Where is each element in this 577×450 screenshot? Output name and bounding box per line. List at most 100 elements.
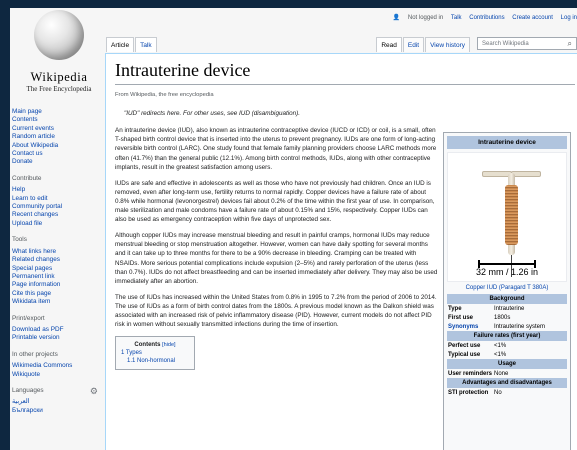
create-account-link[interactable]: Create account [512, 15, 553, 21]
toc-hide-toggle[interactable]: [hide] [162, 342, 175, 348]
nav-tools: Tools What links here Related changes Sp… [10, 236, 102, 306]
infobox-row: Perfect use <1% [444, 341, 570, 350]
infobox-section-background: Background [447, 294, 567, 304]
nav-projects: In other projects Wikimedia Commons Wiki… [10, 351, 102, 379]
infobox-key: User reminders [448, 370, 493, 377]
sidebar-item-download-pdf[interactable]: Download as PDF [10, 326, 102, 334]
nav-contribute: Contribute Help Learn to edit Community … [10, 175, 102, 228]
site-subtitle: From Wikipedia, the free encyclopedia [115, 92, 214, 98]
sidebar-item-main-page[interactable]: Main page [10, 108, 102, 116]
sidebar-item-language-bulgarian[interactable]: Български [10, 407, 102, 415]
sidebar-item-contact[interactable]: Contact us [10, 150, 102, 158]
nav-languages: Languages ⚙ العربية Български [10, 386, 102, 415]
sidebar-item-recent-changes[interactable]: Recent changes [10, 211, 102, 219]
log-in-link[interactable]: Log in [561, 15, 577, 21]
user-talk-link[interactable]: Talk [451, 15, 462, 21]
sidebar-heading-languages: Languages ⚙ [10, 386, 102, 395]
wikipedia-globe-icon [34, 10, 84, 60]
sidebar-item-community-portal[interactable]: Community portal [10, 203, 102, 211]
wikipedia-logo[interactable]: Wikipedia The Free Encyclopedia [14, 8, 104, 103]
sidebar-nav: Main page Contents Current events Random… [10, 108, 102, 423]
infobox-value: 1800s [494, 314, 511, 321]
logo-tagline: The Free Encyclopedia [26, 85, 92, 93]
paragraph-3: Although copper IUDs may increase menstr… [115, 232, 438, 286]
nav-print: Print/export Download as PDF Printable v… [10, 315, 102, 343]
sidebar-item-about[interactable]: About Wikipedia [10, 142, 102, 150]
infobox-value: No [494, 389, 502, 396]
infobox-row: Type Intrauterine [444, 304, 570, 313]
sidebar-item-cite-this-page[interactable]: Cite this page [10, 290, 102, 298]
not-logged-in-text: Not logged in [407, 15, 444, 21]
infobox-value: <1% [494, 342, 507, 349]
sidebar-item-what-links-here[interactable]: What links here [10, 248, 102, 256]
article-body: An intrauterine device (IUD), also known… [115, 126, 438, 371]
toc-header: Contents [hide] [121, 341, 189, 349]
toc-item-types[interactable]: 1 Types [121, 349, 189, 357]
sidebar-item-permanent-link[interactable]: Permanent link [10, 273, 102, 281]
sidebar-item-special-pages[interactable]: Special pages [10, 265, 102, 273]
infobox-value: Intrauterine [494, 305, 525, 312]
paragraph-1: An intrauterine device (IUD), also known… [115, 127, 437, 171]
sidebar-heading-print: Print/export [12, 314, 45, 322]
sidebar-item-language-arabic[interactable]: العربية [10, 398, 102, 406]
infobox-key: Type [448, 305, 462, 312]
search-placeholder: Search Wikipedia [482, 40, 529, 47]
toc-item-non-hormonal[interactable]: 1.1 Non-hormonal [121, 357, 189, 365]
infobox-caption[interactable]: Copper IUD (Paragard T 380A) [444, 282, 570, 294]
search-input[interactable]: Search Wikipedia ⌕ [477, 37, 577, 50]
user-icon: 👤 [392, 15, 401, 21]
paragraph-2: IUDs are safe and effective in adolescen… [115, 179, 435, 224]
infobox-row: Synonyms Intrauterine system [444, 322, 570, 331]
sidebar-item-page-information[interactable]: Page information [10, 281, 102, 289]
sidebar-heading-contribute: Contribute [12, 174, 42, 182]
iud-image[interactable]: 32 mm / 1.26 in [447, 152, 567, 282]
sidebar-heading-projects: In other projects [12, 350, 58, 358]
sidebar-item-help[interactable]: Help [10, 186, 102, 194]
scale-bar [478, 260, 536, 268]
user-toolbar: 👤 Not logged in Talk Contributions Creat… [180, 14, 577, 21]
infobox-key: STI protection [448, 389, 489, 396]
sidebar-item-wikiquote[interactable]: Wikiquote [10, 371, 102, 379]
sidebar-item-current-events[interactable]: Current events [10, 125, 102, 133]
sidebar-item-learn-to-edit[interactable]: Learn to edit [10, 195, 102, 203]
infobox-value: <1% [494, 351, 507, 358]
table-of-contents: Contents [hide] 1 Types 1.1 Non-hormonal [115, 336, 195, 371]
toc-title: Contents [134, 342, 161, 349]
sidebar-heading-tools: Tools [12, 236, 27, 244]
sidebar-item-upload-file[interactable]: Upload file [10, 220, 102, 228]
sidebar-item-wikimedia-commons[interactable]: Wikimedia Commons [10, 362, 102, 370]
sidebar-item-contents[interactable]: Contents [10, 116, 102, 124]
infobox-row: User reminders None [444, 369, 570, 378]
infobox-key[interactable]: Synonyms [448, 324, 494, 330]
infobox-title: Intrauterine device [447, 136, 567, 149]
paragraph-4: The use of IUDs has increased within the… [115, 293, 437, 329]
tab-article[interactable]: Article [106, 37, 135, 52]
tab-edit[interactable]: Edit [402, 37, 425, 52]
gear-icon[interactable]: ⚙ [90, 386, 98, 395]
infobox-value: None [494, 370, 509, 377]
tab-talk[interactable]: Talk [135, 37, 157, 52]
user-contributions-link[interactable]: Contributions [469, 15, 504, 21]
sidebar-item-random-article[interactable]: Random article [10, 133, 102, 141]
tab-read[interactable]: Read [376, 37, 402, 52]
sidebar-item-wikidata-item[interactable]: Wikidata item [10, 298, 102, 306]
infobox-row: First use 1800s [444, 313, 570, 322]
infobox: Intrauterine device 32 mm / 1.26 in Copp… [443, 132, 571, 450]
infobox-section-advantages: Advantages and disadvantages [447, 378, 567, 388]
infobox-key: Typical use [448, 351, 481, 358]
infobox-value: Intrauterine system [494, 323, 546, 330]
tab-view-history[interactable]: View history [425, 37, 470, 52]
article-content: Intrauterine device From Wikipedia, the … [105, 53, 577, 450]
sidebar-item-printable-version[interactable]: Printable version [10, 334, 102, 342]
sidebar-item-related-changes[interactable]: Related changes [10, 256, 102, 264]
infobox-key: Perfect use [448, 342, 481, 349]
search-icon[interactable]: ⌕ [568, 39, 572, 49]
infobox-key: First use [448, 314, 474, 321]
scale-label: 32 mm / 1.26 in [475, 267, 539, 277]
namespace-tabs: Article Talk [106, 37, 158, 52]
infobox-row: STI protection No [444, 388, 570, 397]
sidebar-item-donate[interactable]: Donate [10, 158, 102, 166]
hatnote: "IUD" redirects here. For other uses, se… [124, 110, 300, 117]
infobox-section-failure: Failure rates (first year) [447, 331, 567, 341]
infobox-row: Typical use <1% [444, 350, 570, 359]
